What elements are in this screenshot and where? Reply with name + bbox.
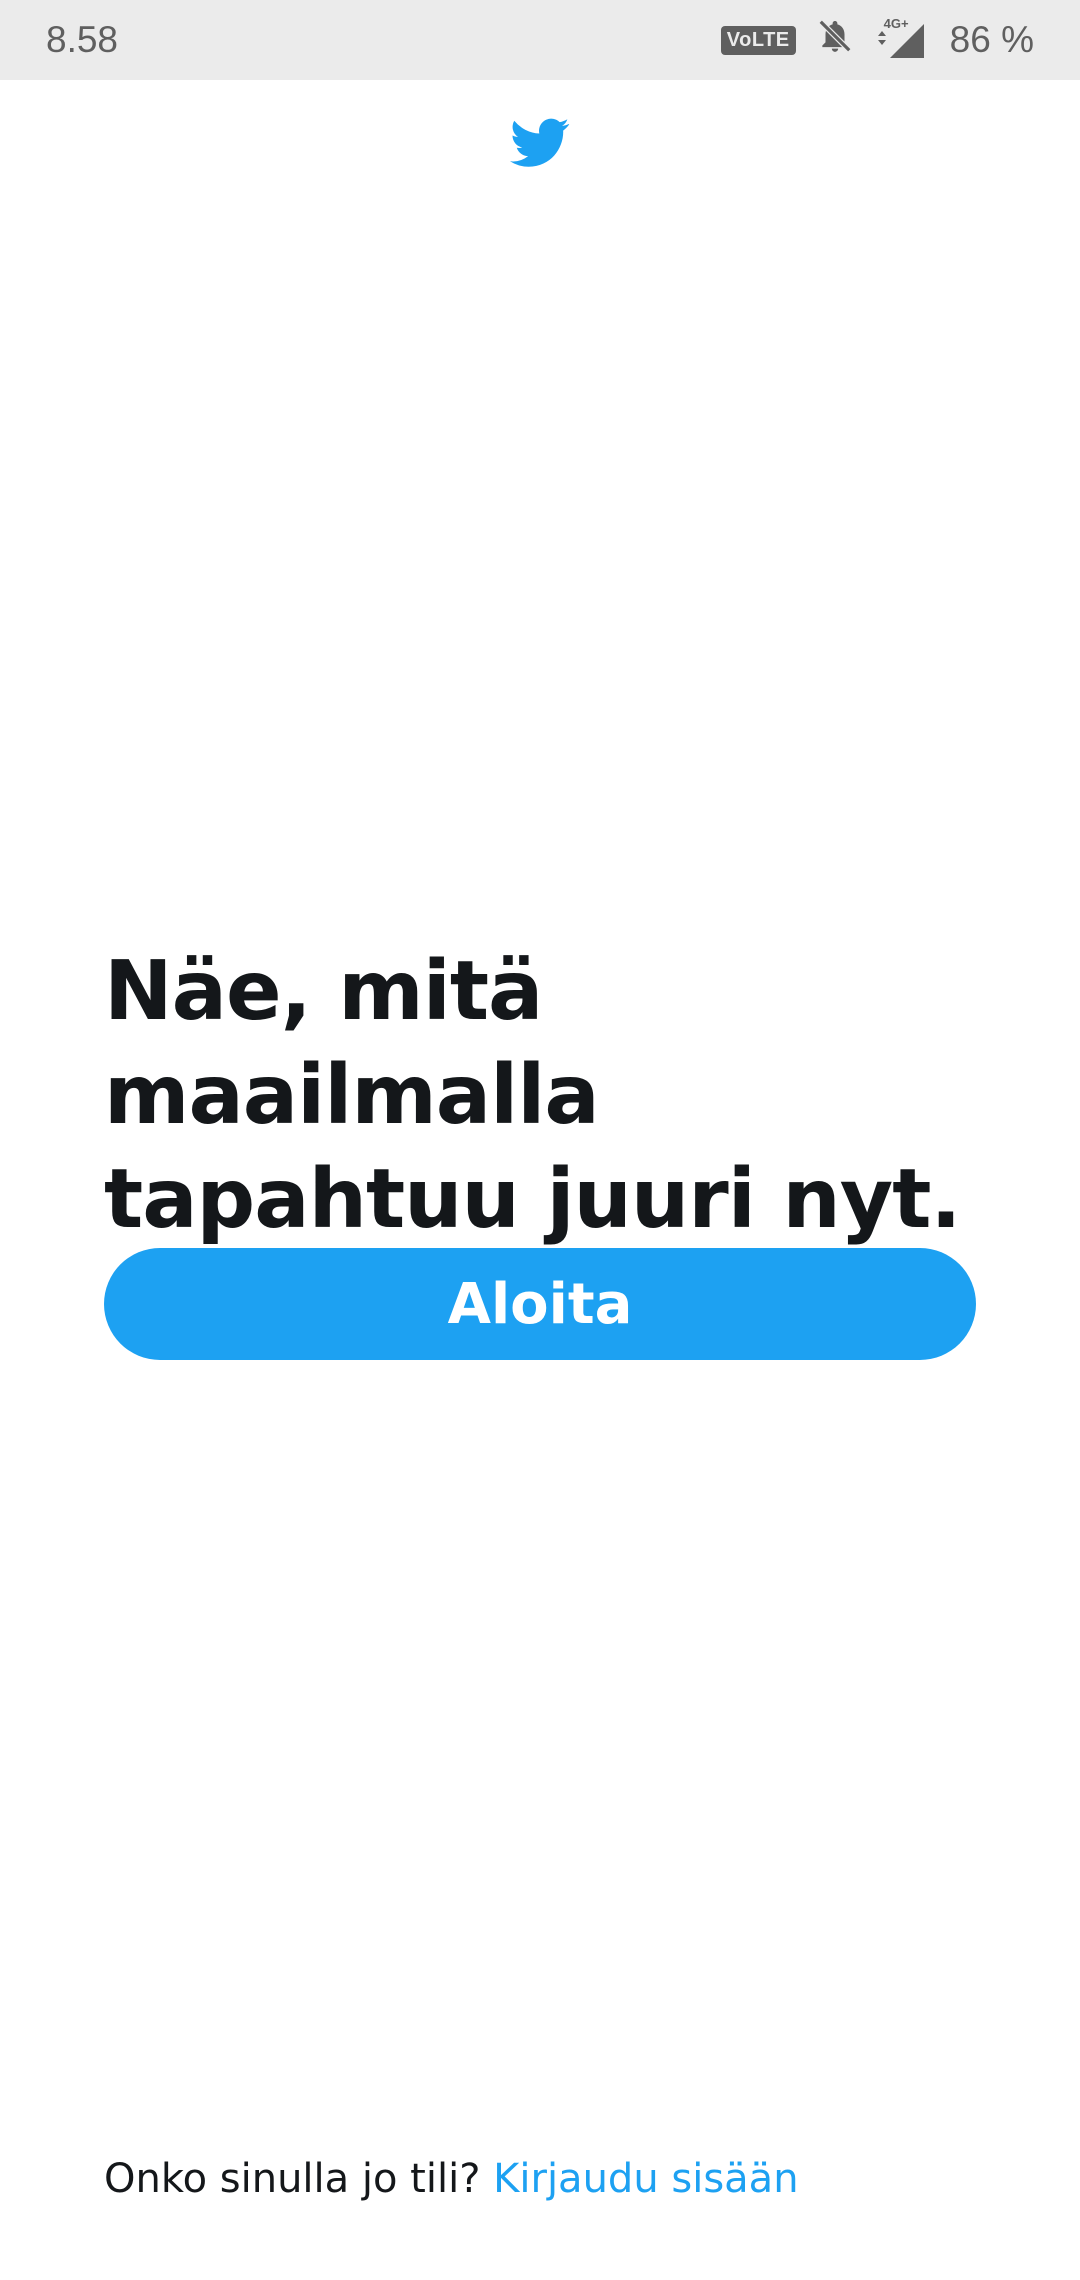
volte-icon: VoLTE <box>720 25 796 55</box>
battery-level: 86 % <box>949 19 1034 60</box>
login-link[interactable]: Kirjaudu sisään <box>493 2156 798 2202</box>
start-button[interactable]: Aloita <box>104 1248 976 1360</box>
twitter-bird-icon <box>510 116 570 170</box>
status-bar: 8.58 VoLTE 4G+ 86 % <box>0 0 1080 80</box>
status-time: 8.58 <box>46 19 119 60</box>
login-prompt: Onko sinulla jo tili? Kirjaudu sisään <box>104 2156 799 2202</box>
network-type-label: 4G+ <box>883 16 909 31</box>
bell-off-icon <box>816 17 854 64</box>
login-prompt-text: Onko sinulla jo tili? <box>104 2156 481 2202</box>
signal-icon: 4G+ <box>874 16 928 60</box>
headline: Näe, mitä maailmalla tapahtuu juuri nyt. <box>104 944 962 1247</box>
status-icons: VoLTE 4G+ 86 % <box>720 16 1034 64</box>
